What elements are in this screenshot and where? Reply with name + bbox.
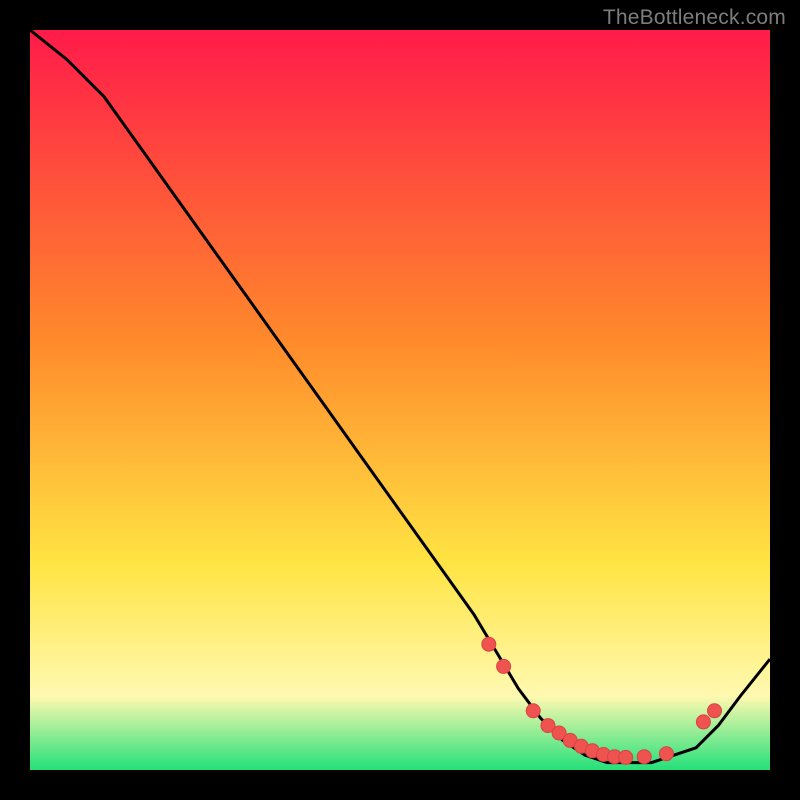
plot-area (30, 30, 770, 770)
watermark-text: TheBottleneck.com (603, 6, 786, 30)
chart-svg (30, 30, 770, 770)
marker-point (659, 747, 673, 761)
marker-point (482, 637, 496, 651)
chart-frame: TheBottleneck.com (0, 0, 800, 800)
marker-point (497, 659, 511, 673)
marker-point (526, 704, 540, 718)
marker-point (696, 715, 710, 729)
marker-point (637, 750, 651, 764)
gradient-background (30, 30, 770, 770)
marker-point (619, 750, 633, 764)
marker-point (708, 704, 722, 718)
